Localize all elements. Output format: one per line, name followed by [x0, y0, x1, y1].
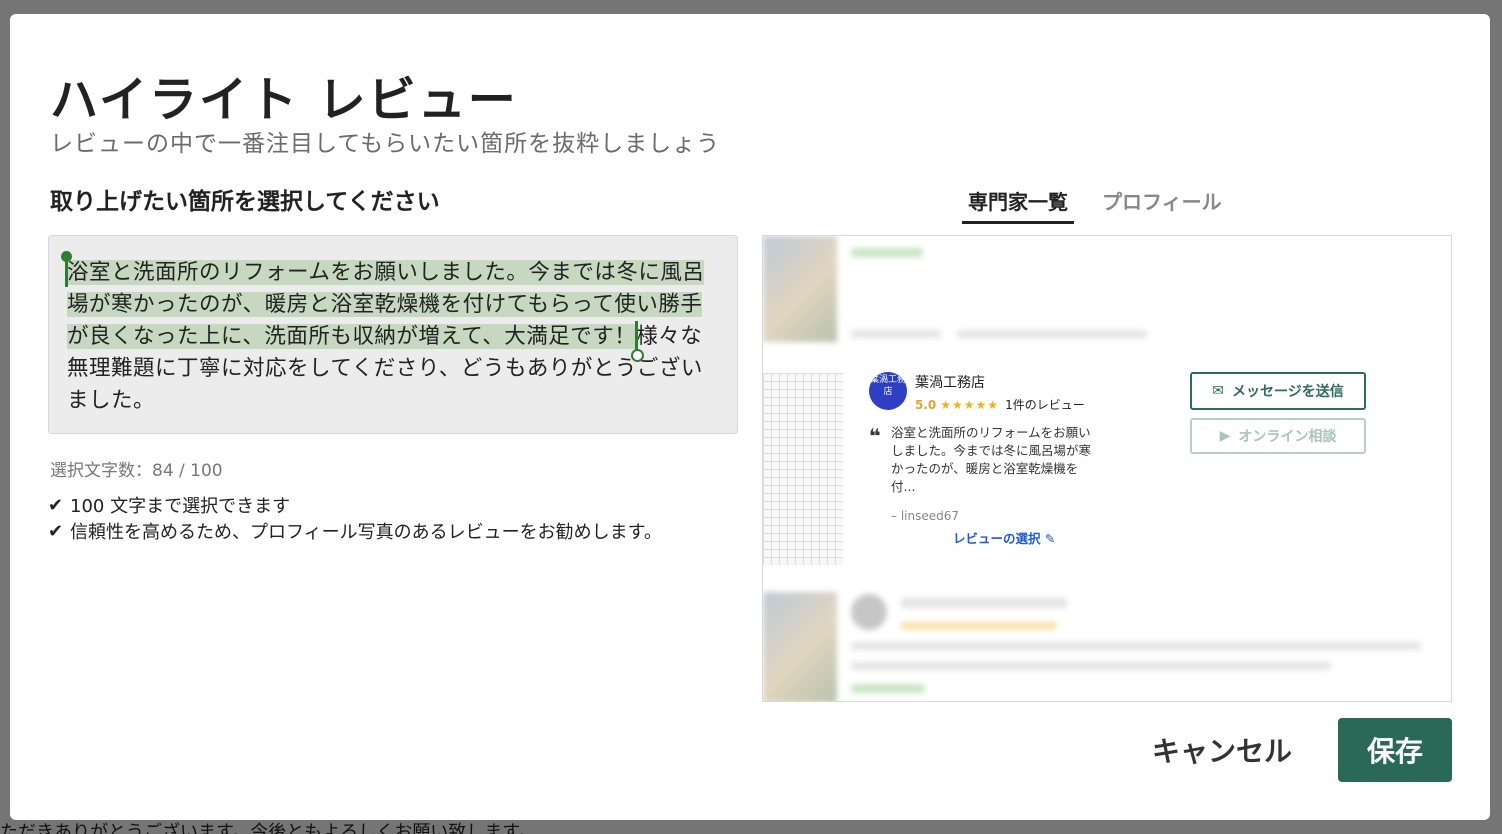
- select-review-link[interactable]: レビューの選択 ✎: [953, 528, 1055, 547]
- company-name: 葉渦工務店: [915, 375, 985, 391]
- blurred-link: [851, 248, 923, 257]
- review-count: 1件のレビュー: [1005, 398, 1085, 412]
- review-text-selector[interactable]: 浴室と洗面所のリフォームをお願いしました。今までは冬に風呂場が寒かったのが、暖房…: [48, 235, 738, 434]
- check-icon: ✔: [48, 520, 64, 542]
- highlight-review-dialog: ハイライト レビュー レビューの中で一番注目してもらいたい箇所を抜粋しましょう …: [10, 14, 1490, 820]
- blurred-text: [957, 330, 1147, 338]
- listing-thumbnail: [763, 592, 837, 701]
- send-message-button[interactable]: ✉ メッセージを送信: [1190, 372, 1366, 410]
- blurred-text: [851, 662, 1331, 670]
- save-button[interactable]: 保存: [1338, 718, 1452, 782]
- preview-panel: 葉渦工務店 葉渦工務店 5.0 ★★★★★ 1件のレビュー ❝ 浴室と洗面所のリ…: [762, 235, 1452, 702]
- selected-text[interactable]: 浴室と洗面所のリフォームをお願いしました。今までは冬に風呂場が寒かったのが、暖房…: [67, 260, 705, 349]
- review-snippet: 浴室と洗面所のリフォームをお願いしました。今までは冬に風呂場が寒かったのが、暖房…: [891, 425, 1092, 494]
- online-consult-button[interactable]: ▶ オンライン相談: [1190, 418, 1366, 454]
- rule-item: ✔ 信頼性を高めるため、プロフィール写真のあるレビューをお勧めします。: [48, 518, 662, 544]
- rules-list: ✔ 100 文字まで選択できます ✔ 信頼性を高めるため、プロフィール写真のある…: [48, 492, 662, 544]
- tab-profile[interactable]: プロフィール: [1096, 186, 1228, 224]
- rule-item: ✔ 100 文字まで選択できます: [48, 492, 662, 518]
- online-consult-label: オンライン相談: [1238, 429, 1337, 445]
- send-message-label: メッセージを送信: [1232, 384, 1344, 400]
- star-rating-icon: ★★★★★: [940, 397, 1000, 412]
- avatar: 葉渦工務店: [869, 372, 907, 410]
- listing-thumbnail-drawing: [763, 373, 843, 565]
- envelope-icon: ✉: [1212, 383, 1224, 399]
- rule-text: 信頼性を高めるため、プロフィール写真のあるレビューをお勧めします。: [70, 522, 662, 543]
- dialog-title: ハイライト レビュー: [50, 72, 518, 128]
- blurred-text: [901, 598, 1067, 608]
- cancel-button[interactable]: キャンセル: [1140, 726, 1304, 774]
- background-text: ただきありがとうございます。今後ともよろしくお願い致します。: [0, 822, 537, 834]
- reviewer-name: – linseed67: [891, 509, 959, 523]
- char-count: 選択文字数：84 / 100: [50, 461, 223, 481]
- quote-icon: ❝: [869, 424, 881, 448]
- tab-expert-list[interactable]: 専門家一覧: [962, 186, 1074, 224]
- blurred-link: [851, 684, 925, 693]
- blurred-text: [851, 642, 1421, 650]
- rating-row: 5.0 ★★★★★ 1件のレビュー: [915, 396, 1085, 413]
- rating-value: 5.0: [915, 397, 937, 412]
- section-label: 取り上げたい箇所を選択してください: [50, 189, 440, 215]
- preview-tabs: 専門家一覧 プロフィール: [962, 186, 1250, 224]
- listing-thumbnail: [763, 236, 837, 342]
- check-icon: ✔: [48, 494, 64, 516]
- blurred-stars: [901, 622, 1057, 630]
- rule-text: 100 文字まで選択できます: [70, 496, 291, 517]
- avatar: [851, 594, 887, 630]
- video-camera-icon: ▶: [1219, 428, 1231, 444]
- blurred-text: [851, 330, 941, 338]
- dialog-subtitle: レビューの中で一番注目してもらいたい箇所を抜粋しましょう: [50, 131, 721, 157]
